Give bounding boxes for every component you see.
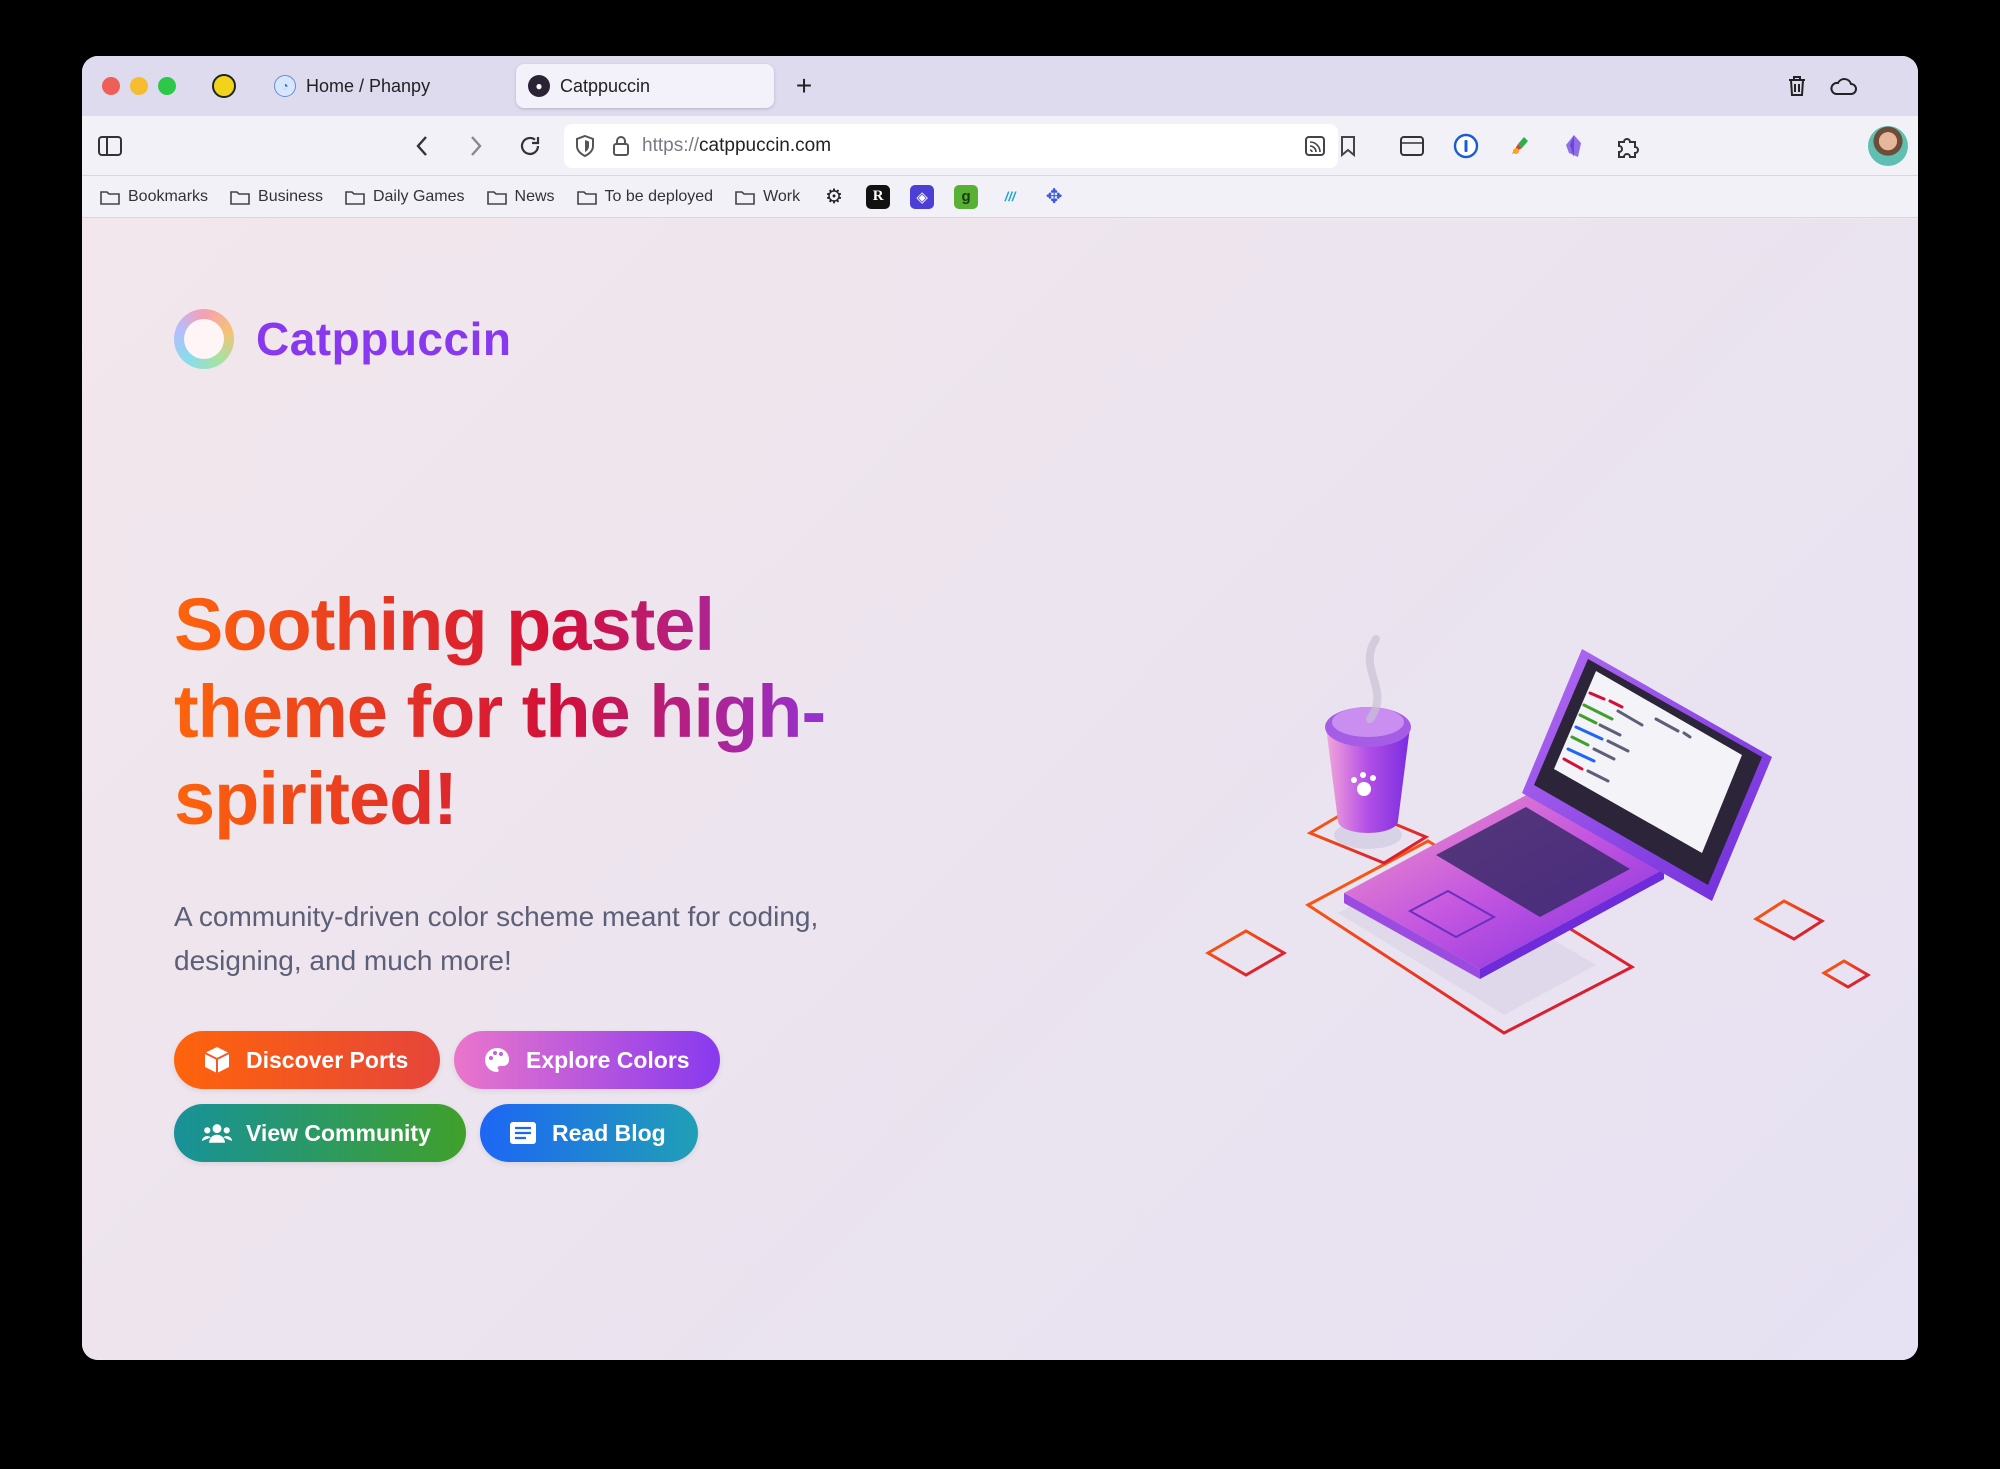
folder-icon [576, 190, 597, 205]
navigation-bar: https://catppuccin.com [82, 116, 1918, 176]
bookmark-folder-business[interactable]: Business [230, 188, 323, 206]
diamond-left [1205, 929, 1287, 977]
palette-icon [482, 1045, 512, 1075]
steam [1365, 635, 1382, 723]
obsidian-icon[interactable] [1558, 130, 1590, 162]
bookmark-label: Work [763, 187, 801, 205]
site-brand[interactable]: Catppuccin [174, 309, 511, 369]
bookmark-folder-daily-games[interactable]: Daily Games [345, 188, 465, 206]
g-icon[interactable]: g [954, 184, 979, 209]
profile-avatar[interactable] [1868, 126, 1908, 166]
bookmark-label: Daily Games [372, 187, 465, 205]
folder-icon [230, 190, 250, 205]
diamond-right [1753, 899, 1825, 941]
bookmark-folder-to-be-deployed[interactable]: To be deployed [576, 187, 714, 206]
diamond-small [1821, 959, 1871, 989]
hero-subtitle: A community-driven color scheme meant fo… [174, 901, 819, 976]
web-page: Catppuccin Soothing pastel theme for the… [82, 219, 1918, 1360]
bookmark-icon[interactable] [1340, 135, 1356, 162]
button-label: Explore Colors [526, 1046, 690, 1073]
tree-icon[interactable]: ✥ [1042, 185, 1066, 209]
folder-icon [735, 190, 755, 205]
bookmark-folder-work[interactable]: Work [735, 188, 800, 206]
button-label: View Community [246, 1119, 431, 1146]
pinned-tab[interactable] [212, 74, 236, 98]
url-host: catppuccin.com [699, 135, 832, 156]
button-label: Discover Ports [246, 1046, 409, 1073]
extensions-icon[interactable] [1612, 130, 1644, 162]
tab-label: Home / Phanpy [306, 75, 431, 96]
shield-icon[interactable] [574, 134, 596, 163]
lock-icon [612, 135, 630, 162]
browser-window: ◔ Home / Phanpy ● Catppuccin + https://c… [82, 56, 1918, 1360]
bookmark-folder-bookmarks[interactable]: Bookmarks [100, 188, 208, 206]
paw-icon [1357, 782, 1371, 796]
box-icon [202, 1045, 232, 1075]
bookmark-label: Bookmarks [128, 187, 209, 205]
openai-icon[interactable]: ⚙ [822, 185, 846, 209]
reader-view-icon[interactable] [1304, 135, 1326, 162]
minimize-window-button[interactable] [130, 77, 148, 95]
bookmarks-bar: Bookmarks Business Daily Games News To b… [82, 176, 1918, 218]
stripes-icon[interactable]: /// [998, 185, 1022, 209]
read-blog-button[interactable]: Read Blog [480, 1104, 698, 1162]
trash-icon[interactable] [1782, 71, 1812, 101]
bookmark-folder-news[interactable]: News [486, 187, 555, 206]
close-window-button[interactable] [102, 77, 120, 95]
phanpy-icon: ◔ [274, 75, 296, 97]
new-tab-button[interactable]: + [788, 70, 820, 102]
article-icon [508, 1118, 538, 1148]
forward-button[interactable] [460, 130, 492, 162]
url-text: https://catppuccin.com [642, 135, 831, 157]
bluesky-like-icon[interactable]: ◈ [910, 184, 935, 209]
brand-name: Catppuccin [256, 313, 512, 365]
folder-icon [100, 190, 120, 205]
color-picker-icon[interactable] [1504, 130, 1536, 162]
view-community-button[interactable]: View Community [174, 1104, 466, 1162]
back-button[interactable] [406, 130, 438, 162]
tab-catppuccin[interactable]: ● Catppuccin [516, 64, 774, 108]
hero-headline: Soothing pastel theme for the high-spiri… [174, 581, 874, 842]
password-manager-icon[interactable] [1450, 130, 1482, 162]
folder-icon [345, 190, 365, 205]
bookmark-label: To be deployed [604, 187, 714, 205]
catppuccin-favicon-icon: ● [528, 75, 550, 97]
address-bar[interactable]: https://catppuccin.com [564, 124, 1355, 168]
folder-icon [486, 190, 507, 205]
sidebar-toggle-icon[interactable] [94, 130, 126, 162]
tab-layout-icon[interactable] [1396, 130, 1428, 162]
bookmark-favicons: ⚙ R ◈ g /// ✥ [822, 184, 1066, 209]
laptop-coffee-illustration [1205, 635, 1871, 1035]
r-icon[interactable]: R [866, 184, 891, 209]
discover-ports-button[interactable]: Discover Ports [174, 1031, 440, 1089]
bookmark-label: Business [258, 187, 323, 205]
button-label: Read Blog [552, 1119, 666, 1146]
catppuccin-logo-icon [174, 309, 234, 369]
cloud-icon[interactable] [1828, 71, 1858, 101]
explore-colors-button[interactable]: Explore Colors [454, 1031, 720, 1089]
url-scheme: https:// [642, 135, 700, 156]
people-icon [202, 1118, 232, 1148]
tab-bar: ◔ Home / Phanpy ● Catppuccin + [82, 56, 1918, 116]
tab-label: Catppuccin [560, 75, 651, 96]
zoom-window-button[interactable] [158, 77, 176, 95]
reload-button[interactable] [514, 130, 546, 162]
tab-home-phanpy[interactable]: ◔ Home / Phanpy [262, 64, 512, 108]
bookmark-label: News [514, 187, 555, 205]
